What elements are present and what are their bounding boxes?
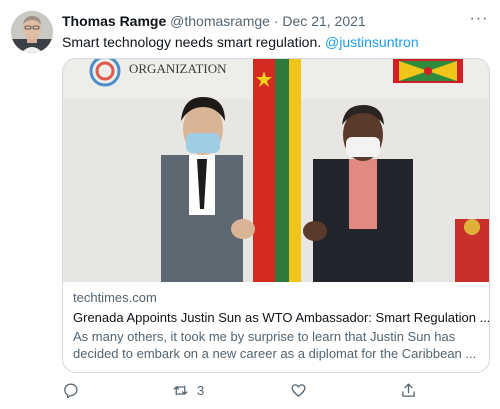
mention-link[interactable]: @justinsuntron [325, 34, 419, 50]
like-button[interactable] [290, 378, 315, 402]
display-name[interactable]: Thomas Ramge [62, 13, 166, 29]
card-image[interactable]: ORGANIZATION [63, 59, 489, 282]
tweet-date[interactable]: Dec 21, 2021 [282, 13, 365, 29]
card-domain: techtimes.com [73, 290, 157, 305]
more-options-button[interactable]: ··· [468, 10, 490, 28]
reply-button[interactable] [62, 378, 87, 402]
wto-logo-text: ORGANIZATION [129, 61, 227, 76]
retweet-button[interactable]: 3 [172, 378, 204, 402]
tweet[interactable]: Thomas Ramge @thomasramge · Dec 21, 2021… [0, 0, 500, 409]
avatar[interactable] [11, 11, 53, 53]
card-description: As many others, it took me by surprise t… [73, 329, 477, 361]
handle[interactable]: @thomasramge [170, 13, 270, 29]
retweet-count: 3 [197, 382, 205, 398]
retweet-icon [173, 385, 188, 395]
avatar-photo [11, 11, 53, 53]
card-photo: ORGANIZATION [63, 59, 489, 282]
link-card[interactable]: ORGANIZATION techtimes.com Grenada Appoi… [62, 58, 490, 373]
more-icon: ··· [469, 10, 489, 27]
tweet-body: Smart technology needs smart regulation. [62, 34, 322, 50]
separator: · [273, 13, 279, 29]
share-button[interactable] [400, 378, 425, 402]
share-icon [402, 382, 415, 397]
reply-icon [64, 382, 78, 398]
tweet-text: Smart technology needs smart regulation.… [62, 33, 419, 51]
heart-icon [291, 383, 306, 397]
card-title[interactable]: Grenada Appoints Justin Sun as WTO Ambas… [73, 309, 489, 326]
tweet-header: Thomas Ramge @thomasramge · Dec 21, 2021 [62, 12, 366, 30]
tweet-actions: 3 [62, 378, 482, 402]
